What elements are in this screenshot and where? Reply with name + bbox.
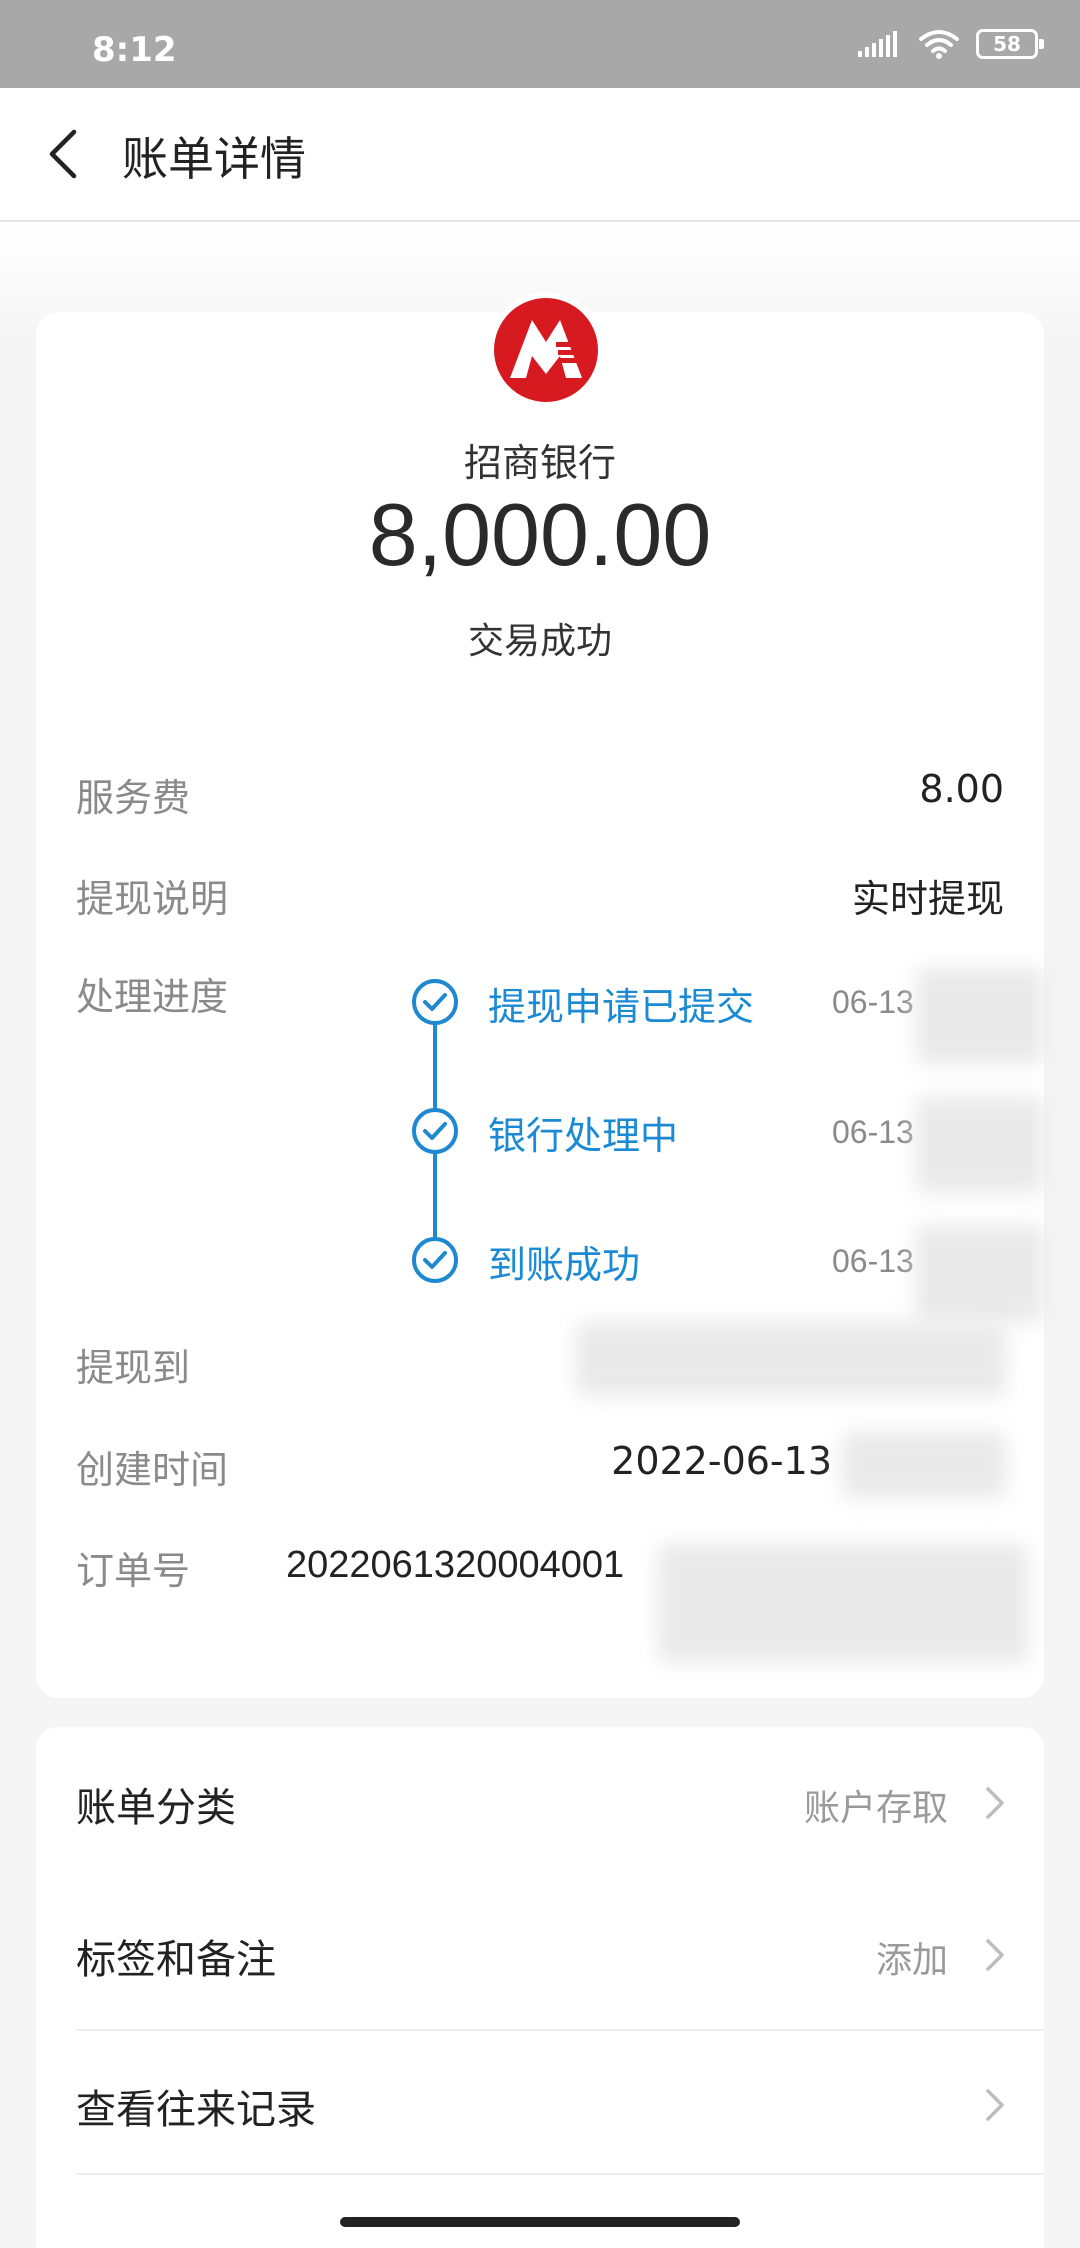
menu-item-transaction-history[interactable]: 查看往来记录 xyxy=(36,2029,1044,2179)
timeline-step-label: 银行处理中 xyxy=(488,1114,679,1158)
transaction-status: 交易成功 xyxy=(467,621,612,662)
created-time-label: 创建时间 xyxy=(76,1448,229,1492)
menu-item-tags-notes[interactable]: 标签和备注 添加 xyxy=(36,1879,1044,2029)
menu-item-value: 添加 xyxy=(875,1940,948,1981)
menu-item-label: 账单分类 xyxy=(76,1785,236,1831)
menu-item-bill-category[interactable]: 账单分类 账户存取 xyxy=(36,1727,1044,1877)
wifi-icon xyxy=(919,30,959,59)
chevron-right-icon xyxy=(986,1939,1004,1971)
menu-item-label: 查看往来记录 xyxy=(76,2087,316,2133)
status-time: 8:12 xyxy=(92,30,177,70)
redacted-time xyxy=(842,1432,1006,1498)
transaction-amount: 8,000.00 xyxy=(368,485,712,584)
withdraw-desc-value: 实时提现 xyxy=(851,877,1004,921)
home-indicator[interactable] xyxy=(340,2217,740,2227)
chevron-right-icon xyxy=(986,1787,1004,1819)
redacted-time xyxy=(916,1226,1044,1322)
check-circle-icon xyxy=(412,1108,458,1154)
order-number-label: 订单号 xyxy=(76,1549,191,1593)
back-arrow-icon[interactable] xyxy=(38,126,94,182)
nav-bar: 账单详情 xyxy=(0,88,1080,222)
progress-label: 处理进度 xyxy=(76,975,229,1019)
bank-logo-icon xyxy=(488,292,604,408)
options-card: 账单分类 账户存取 标签和备注 添加 查看往来记录 xyxy=(36,1727,1044,2248)
withdraw-desc-label: 提现说明 xyxy=(76,877,229,921)
timeline-step-time: 06-13 xyxy=(832,984,914,1020)
redacted-time xyxy=(916,1097,1044,1193)
service-fee-label: 服务费 xyxy=(76,776,191,820)
transaction-card: 招商银行 8,000.00 交易成功 服务费 8.00 提现说明 实时提现 处理… xyxy=(36,292,1044,1698)
timeline-step-label: 到账成功 xyxy=(488,1243,641,1287)
menu-item-value: 账户存取 xyxy=(803,1788,948,1829)
menu-item-label: 标签和备注 xyxy=(76,1937,276,1983)
signal-icon xyxy=(858,31,897,57)
chevron-right-icon xyxy=(986,2089,1004,2121)
check-circle-icon xyxy=(412,1237,458,1283)
withdraw-to-label: 提现到 xyxy=(76,1346,191,1390)
divider xyxy=(76,2173,1044,2175)
order-number-value: 2022061320004001 xyxy=(286,1544,625,1586)
page-title: 账单详情 xyxy=(122,132,306,186)
redacted-time xyxy=(916,968,1044,1064)
bank-name: 招商银行 xyxy=(463,441,616,485)
created-time-value: 2022-06-13 xyxy=(611,1439,832,1483)
timeline-step-time: 06-13 xyxy=(832,1243,914,1279)
check-circle-icon xyxy=(412,979,458,1025)
service-fee-value: 8.00 xyxy=(919,767,1004,811)
timeline-step-label: 提现申请已提交 xyxy=(488,985,755,1029)
battery-icon: 58 xyxy=(976,29,1044,59)
redacted-order xyxy=(658,1544,1028,1662)
status-bar: 8:12 58 xyxy=(0,0,1080,88)
timeline-step-time: 06-13 xyxy=(832,1114,914,1150)
status-icons: 58 xyxy=(858,28,1044,60)
redacted-account xyxy=(576,1322,1006,1396)
